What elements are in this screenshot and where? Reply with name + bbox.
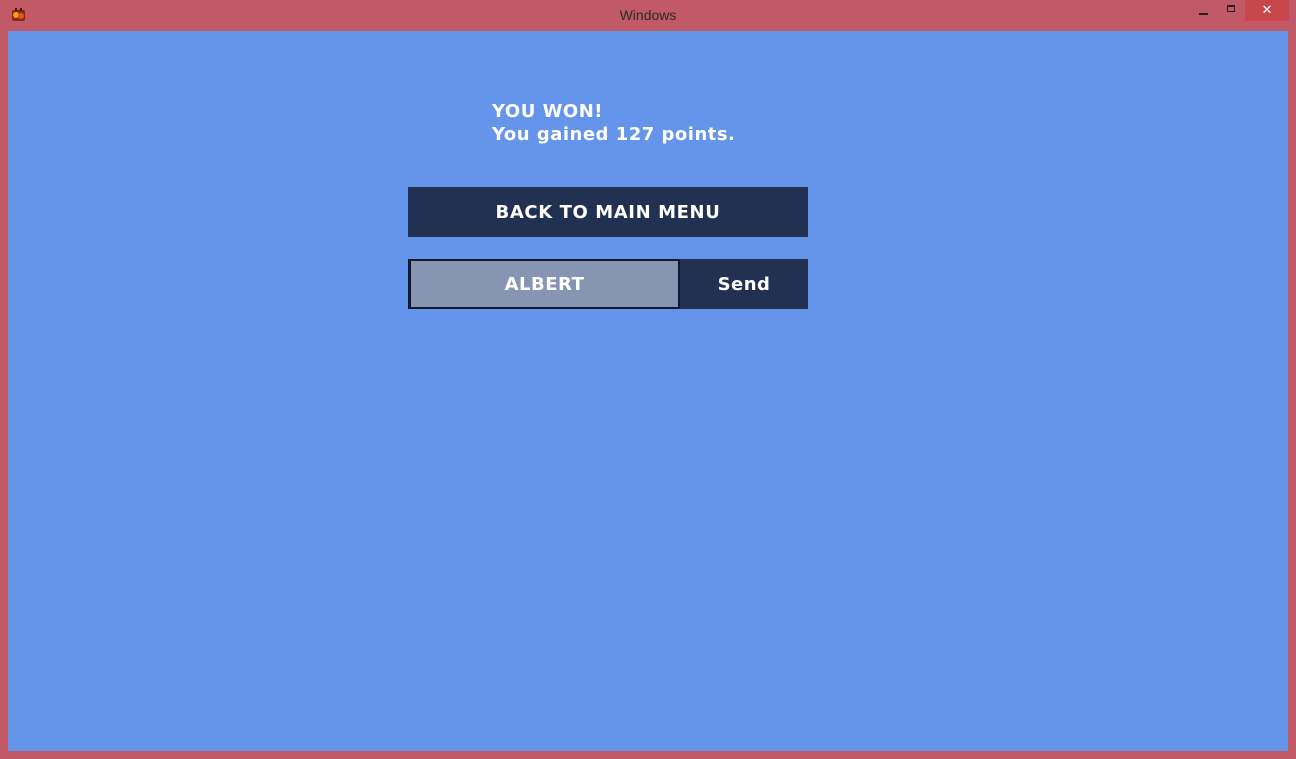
close-button[interactable]: ✕ bbox=[1245, 0, 1289, 21]
minimize-button[interactable] bbox=[1190, 0, 1217, 21]
send-button-label: Send bbox=[717, 273, 771, 295]
maximize-icon bbox=[1226, 5, 1235, 12]
player-name-input[interactable]: ALBERT bbox=[408, 259, 680, 309]
app-window: Windows ✕ YOU WON! You gained 127 points… bbox=[0, 0, 1296, 759]
send-button[interactable]: Send bbox=[680, 259, 808, 309]
back-to-main-menu-button[interactable]: BACK TO MAIN MENU bbox=[408, 187, 808, 237]
player-name-value: ALBERT bbox=[504, 273, 585, 295]
game-canvas: YOU WON! You gained 127 points. BACK TO … bbox=[8, 31, 1288, 751]
points-message: You gained 127 points. bbox=[492, 124, 736, 145]
close-icon: ✕ bbox=[1261, 3, 1273, 18]
maximize-button[interactable] bbox=[1217, 0, 1244, 21]
window-title: Windows bbox=[619, 7, 677, 23]
result-message: YOU WON! bbox=[492, 101, 604, 122]
title-bar[interactable]: Windows ✕ bbox=[0, 0, 1296, 30]
back-to-main-menu-label: BACK TO MAIN MENU bbox=[495, 201, 721, 223]
minimize-icon bbox=[1199, 12, 1208, 15]
